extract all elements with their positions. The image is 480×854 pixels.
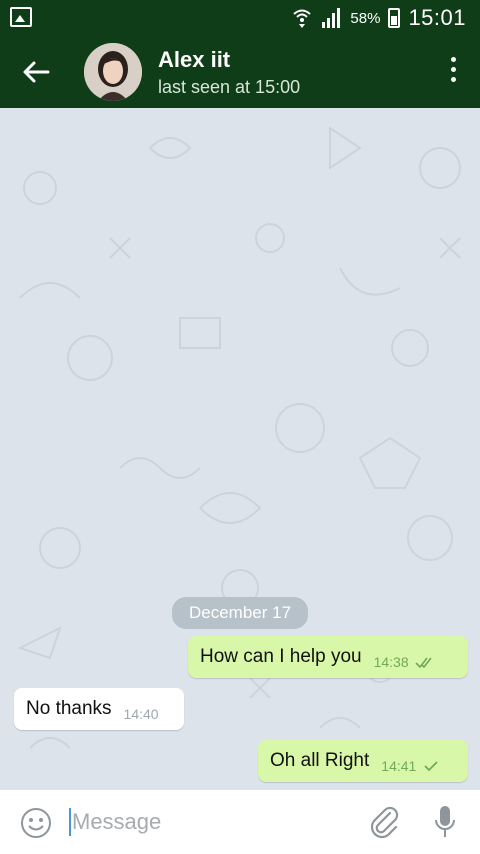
clock: 15:01 [408,5,466,30]
message-time: 14:38 [373,654,409,670]
battery-percent: 58% [350,9,381,27]
incoming-message[interactable]: No thanks 14:40 [14,688,184,730]
last-seen-status: last seen at 15:00 [158,77,301,97]
mic-icon[interactable] [432,804,458,840]
gallery-notification-icon [10,7,32,27]
outgoing-message[interactable]: How can I help you 14:38 [188,636,468,678]
date-divider: December 17 [172,597,308,629]
outgoing-message[interactable]: Oh all Right 14:41 [258,740,468,782]
avatar[interactable] [84,43,142,101]
contact-name[interactable]: Alex iit [158,47,230,73]
message-time: 14:40 [123,706,159,722]
message-list[interactable]: December 17 How can I help you 14:38 No … [0,108,480,790]
chat-header: Alex iit last seen at 15:00 [0,35,480,108]
message-text: No thanks [26,698,112,719]
message-composer [0,790,480,854]
status-bar: 58% 15:01 [0,0,480,35]
double-check-icon [415,657,432,668]
message-time: 14:41 [381,758,417,774]
status-icons: 58% 15:01 [292,4,466,32]
text-cursor [69,808,71,836]
back-arrow-icon[interactable] [20,57,52,87]
single-check-icon [424,761,438,772]
more-vert-icon[interactable] [448,57,458,87]
attach-icon[interactable] [368,805,400,839]
emoji-icon[interactable] [20,807,52,839]
wifi-icon [293,9,312,28]
signal-icon [322,8,341,28]
message-text: How can I help you [200,646,362,667]
message-input[interactable] [72,805,352,839]
battery-icon [388,8,401,28]
message-text: Oh all Right [270,750,370,771]
